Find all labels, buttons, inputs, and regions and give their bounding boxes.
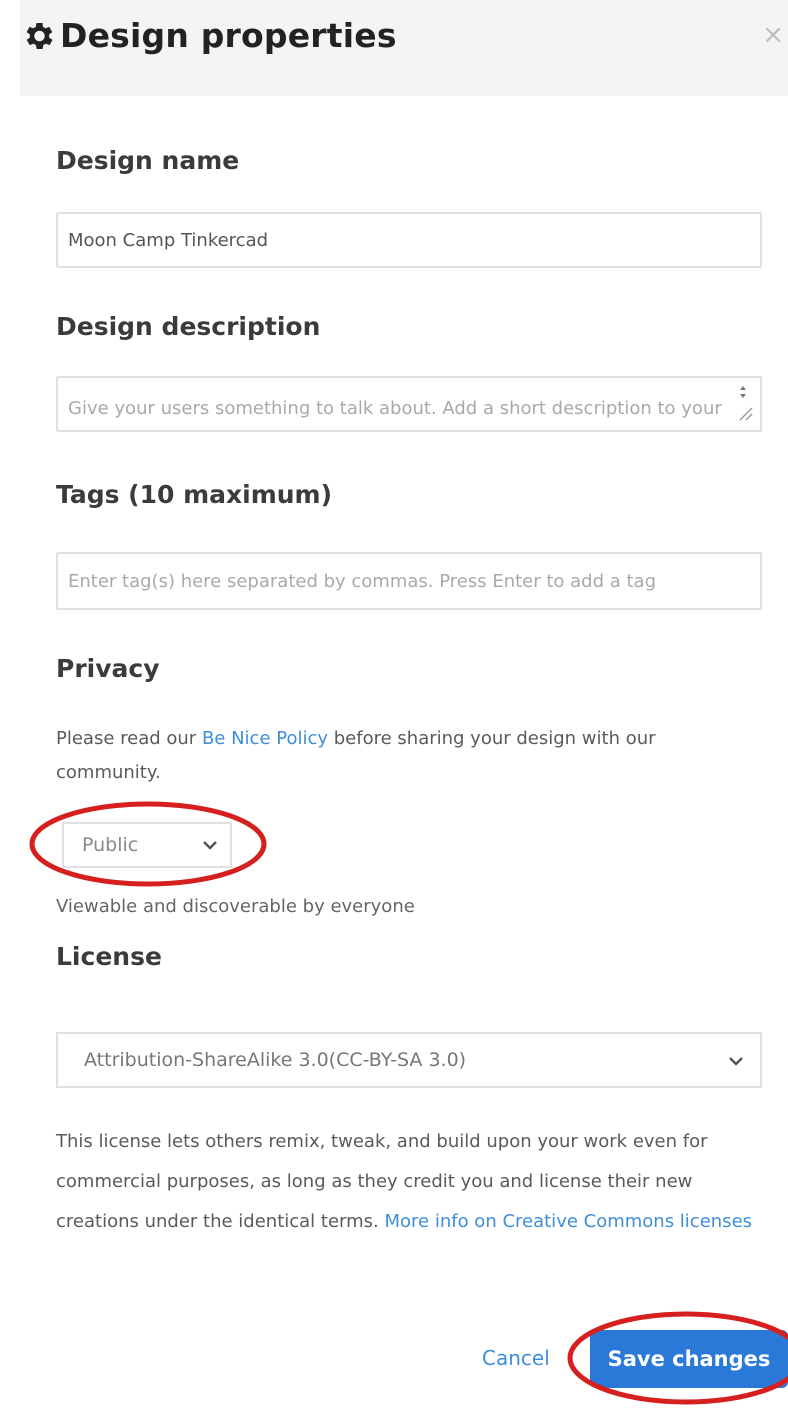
design-description-label: Design description <box>56 312 321 341</box>
gear-icon <box>26 22 53 50</box>
design-name-value: Moon Camp Tinkercad <box>68 229 269 251</box>
design-description-placeholder: Give your users something to talk about.… <box>68 398 722 430</box>
design-name-input[interactable]: Moon Camp Tinkercad <box>56 212 762 268</box>
chevron-down-icon <box>203 841 217 850</box>
tags-input[interactable]: Enter tag(s) here separated by commas. P… <box>56 552 762 610</box>
tags-placeholder: Enter tag(s) here separated by commas. P… <box>68 570 657 592</box>
save-changes-button[interactable]: Save changes <box>590 1330 788 1388</box>
privacy-label: Privacy <box>56 654 160 683</box>
dialog-header: Design properties × <box>20 0 788 96</box>
privacy-hint: Viewable and discoverable by everyone <box>56 896 415 917</box>
creative-commons-link[interactable]: More info on Creative Commons licenses <box>384 1211 752 1232</box>
privacy-select[interactable]: Public <box>62 822 232 868</box>
license-label: License <box>56 942 162 971</box>
be-nice-policy-link[interactable]: Be Nice Policy <box>202 728 328 749</box>
design-description-textarea[interactable]: Give your users something to talk about.… <box>56 376 762 432</box>
tags-label: Tags (10 maximum) <box>56 480 333 509</box>
close-icon[interactable]: × <box>762 20 784 50</box>
license-select[interactable]: Attribution-ShareAlike 3.0(CC-BY-SA 3.0) <box>56 1032 762 1088</box>
privacy-notice: Please read our Be Nice Policy before sh… <box>56 722 756 790</box>
cancel-button[interactable]: Cancel <box>482 1346 550 1370</box>
dialog-title: Design properties <box>60 16 397 55</box>
license-selected-value: Attribution-ShareAlike 3.0(CC-BY-SA 3.0) <box>84 1049 467 1071</box>
privacy-notice-text: Please read our <box>56 728 202 749</box>
design-name-label: Design name <box>56 146 240 175</box>
textarea-resize-icon[interactable] <box>732 382 754 422</box>
chevron-down-icon <box>729 1057 743 1066</box>
privacy-selected-value: Public <box>82 834 139 856</box>
license-description: This license lets others remix, tweak, a… <box>56 1122 756 1242</box>
